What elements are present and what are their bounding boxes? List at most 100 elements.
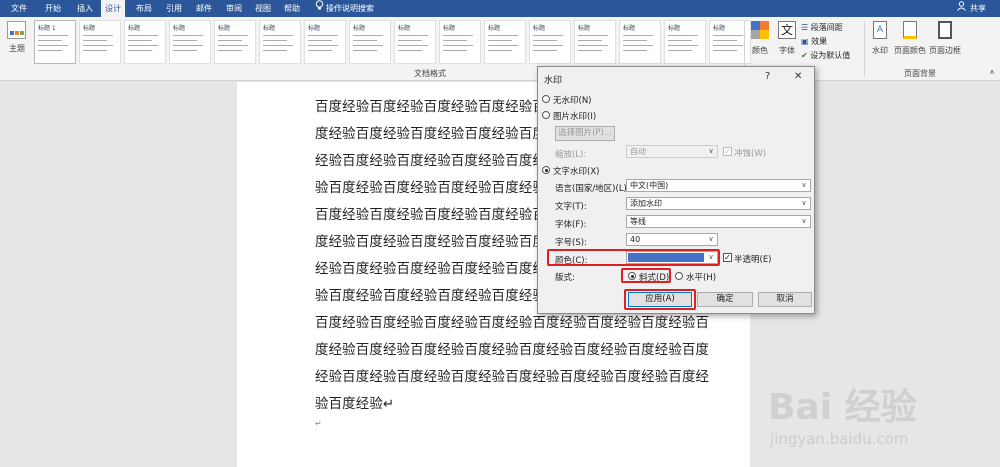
- document-formatting-label: 文档格式: [414, 69, 446, 78]
- washout-label[interactable]: 冲蚀(W): [734, 147, 766, 159]
- tab-file[interactable]: 文件: [6, 0, 32, 17]
- tell-me-search[interactable]: 操作说明搜索: [326, 0, 382, 17]
- style-thumbnail-line: [128, 40, 152, 41]
- style-thumbnail-line: [623, 50, 647, 51]
- washout-checkbox[interactable]: ✓: [723, 147, 732, 156]
- font-value: 等线: [630, 217, 646, 226]
- style-thumbnail-line: [488, 45, 518, 46]
- ok-button[interactable]: 确定: [697, 292, 753, 307]
- tab-design[interactable]: 设计: [101, 0, 125, 17]
- style-thumbnail-line: [308, 35, 338, 36]
- style-set-thumbnail[interactable]: 标题: [394, 20, 436, 64]
- page-color-button[interactable]: 页面颜色: [893, 21, 927, 65]
- size-value: 40: [630, 235, 641, 244]
- ribbon-tab-bar: 文件 开始 插入 设计 布局 引用 邮件 审阅 视图 帮助 操作说明搜索 共享: [0, 0, 1000, 17]
- style-thumbnail-line: [488, 35, 518, 36]
- style-set-thumbnail[interactable]: 标题: [619, 20, 661, 64]
- document-line[interactable]: 百度经验百度经验百度经验百度经验百度经验百度经验百度经验百: [315, 311, 709, 331]
- close-icon[interactable]: ✕: [794, 71, 802, 82]
- style-set-thumbnail[interactable]: 标题 1: [34, 20, 76, 64]
- style-set-thumbnail[interactable]: 标题: [529, 20, 571, 64]
- tab-review[interactable]: 审阅: [221, 0, 247, 17]
- scale-select[interactable]: 自动 ∨: [626, 145, 718, 158]
- style-thumbnail-line: [128, 35, 158, 36]
- text-label: 文字(T):: [555, 202, 587, 212]
- tab-mailings[interactable]: 邮件: [191, 0, 217, 17]
- style-thumbnail-title: 标题: [353, 25, 366, 32]
- document-line[interactable]: ↵: [315, 419, 322, 428]
- style-set-thumbnail[interactable]: 标题: [439, 20, 481, 64]
- tab-insert[interactable]: 插入: [72, 0, 98, 17]
- language-value: 中文(中国): [630, 181, 669, 190]
- diagonal-highlight-box: [621, 268, 671, 283]
- colors-button[interactable]: 颜色: [748, 21, 772, 65]
- picture-watermark-radio[interactable]: [542, 111, 550, 119]
- style-thumbnail-line: [668, 45, 698, 46]
- tab-layout[interactable]: 布局: [131, 0, 157, 17]
- paragraph-spacing-button[interactable]: ☰ 段落间距: [801, 22, 843, 33]
- lightbulb-icon[interactable]: [312, 0, 326, 17]
- document-line[interactable]: 度经验百度经验百度经验百度经验百度经验百度经验百度经验百度: [315, 338, 709, 358]
- cancel-button[interactable]: 取消: [758, 292, 812, 307]
- style-set-thumbnail[interactable]: 标题: [484, 20, 526, 64]
- help-button[interactable]: ?: [765, 71, 770, 82]
- style-thumbnail-line: [353, 50, 377, 51]
- document-line[interactable]: 验百度经验↵: [315, 392, 394, 412]
- tab-help[interactable]: 帮助: [279, 0, 305, 17]
- tab-home[interactable]: 开始: [40, 0, 66, 17]
- chevron-down-icon: ∨: [801, 181, 807, 189]
- select-picture-button[interactable]: 选择图片(P)...: [555, 126, 615, 141]
- fonts-button[interactable]: 文 字体: [776, 21, 798, 65]
- horizontal-radio[interactable]: [675, 272, 683, 280]
- share-button[interactable]: 共享: [966, 0, 990, 17]
- no-watermark-label[interactable]: 无水印(N): [553, 94, 592, 106]
- semitransparent-label[interactable]: 半透明(E): [734, 253, 772, 265]
- style-set-thumbnail[interactable]: 标题: [574, 20, 616, 64]
- style-thumbnail-title: 标题: [308, 25, 321, 32]
- style-thumbnail-line: [128, 50, 152, 51]
- colors-label: 颜色: [752, 46, 768, 55]
- text-value: 添加水印: [630, 199, 662, 208]
- style-thumbnail-line: [398, 40, 422, 41]
- style-thumbnail-line: [173, 35, 203, 36]
- language-select[interactable]: 中文(中国) ∨: [626, 179, 811, 192]
- style-set-thumbnail[interactable]: 标题: [664, 20, 706, 64]
- font-select[interactable]: 等线 ∨: [626, 215, 811, 228]
- text-combobox[interactable]: 添加水印 ∨: [626, 197, 811, 210]
- text-watermark-label[interactable]: 文字水印(X): [553, 165, 599, 177]
- text-watermark-radio[interactable]: [542, 166, 550, 174]
- picture-watermark-label[interactable]: 图片水印(I): [553, 110, 596, 122]
- collapse-ribbon-icon[interactable]: ∧: [987, 68, 997, 76]
- tab-references[interactable]: 引用: [161, 0, 187, 17]
- style-set-thumbnail[interactable]: 标题: [259, 20, 301, 64]
- style-thumbnail-line: [38, 50, 62, 51]
- watermark-button[interactable]: A 水印: [868, 21, 892, 65]
- size-combobox[interactable]: 40 ∨: [626, 233, 718, 246]
- effects-button[interactable]: ▣ 效果: [801, 36, 827, 47]
- page-color-label: 页面颜色: [894, 46, 926, 55]
- checkmark-icon: ✔: [801, 51, 808, 60]
- style-set-thumbnail[interactable]: 标题: [79, 20, 121, 64]
- style-thumbnail-line: [443, 35, 473, 36]
- user-icon[interactable]: [956, 0, 966, 17]
- style-set-thumbnail[interactable]: 标题: [349, 20, 391, 64]
- document-line[interactable]: 经验百度经验百度经验百度经验百度经验百度经验百度经验百度经: [315, 365, 709, 385]
- set-as-default-button[interactable]: ✔ 设为默认值: [801, 50, 850, 61]
- style-thumbnail-title: 标题: [623, 25, 636, 32]
- watermark-icon: A: [873, 21, 887, 39]
- style-set-thumbnail[interactable]: 标题: [304, 20, 346, 64]
- style-thumbnail-line: [533, 35, 563, 36]
- no-watermark-radio[interactable]: [542, 95, 550, 103]
- chevron-down-icon: ∨: [708, 235, 714, 243]
- style-set-thumbnail[interactable]: 标题: [169, 20, 211, 64]
- style-thumbnail-line: [263, 50, 287, 51]
- page-borders-button[interactable]: 页面边框: [928, 21, 962, 65]
- style-thumbnail-line: [398, 50, 422, 51]
- horizontal-label[interactable]: 水平(H): [686, 271, 716, 283]
- tab-view[interactable]: 视图: [250, 0, 276, 17]
- style-thumbnail-line: [353, 45, 383, 46]
- style-set-thumbnail[interactable]: 标题: [214, 20, 256, 64]
- semitransparent-checkbox[interactable]: ✓: [723, 253, 732, 262]
- themes-button[interactable]: 主题: [5, 21, 29, 67]
- style-set-thumbnail[interactable]: 标题: [124, 20, 166, 64]
